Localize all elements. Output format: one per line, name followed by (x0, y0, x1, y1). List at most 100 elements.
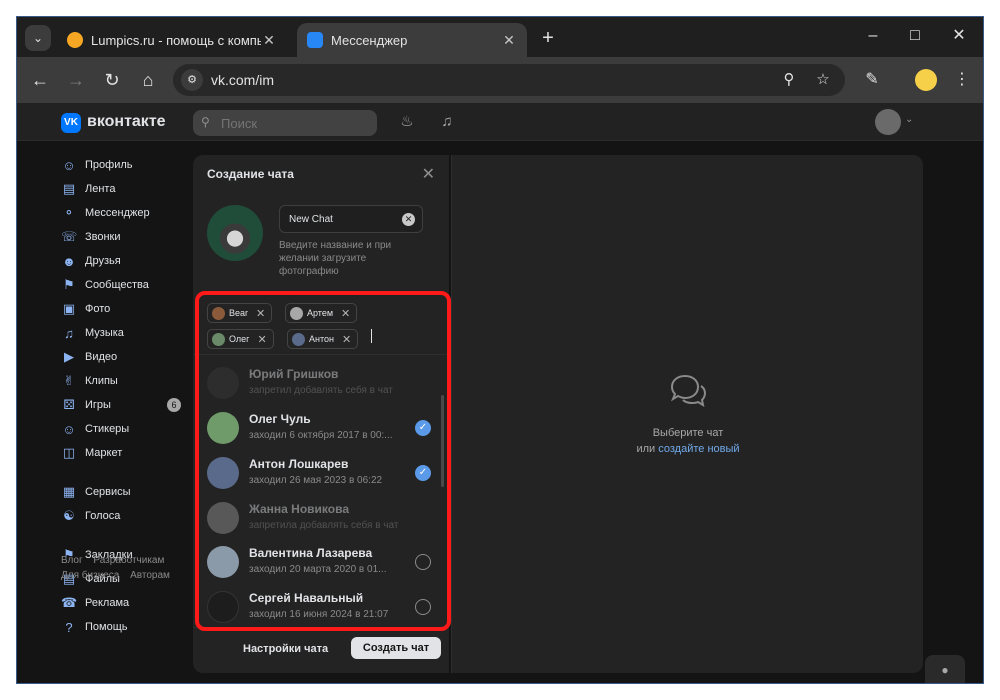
chat-name-field[interactable]: ✕ (279, 205, 423, 233)
nav-item-communities[interactable]: ⚑ Сообщества (61, 273, 181, 297)
mini-chat-button[interactable]: ● (925, 655, 965, 683)
nav-item-help[interactable]: ? Помощь (61, 615, 181, 639)
search-input[interactable] (221, 116, 361, 131)
close-icon[interactable]: ✕ (422, 164, 435, 184)
footer-links: Блог Разработчикам Для бизнеса Авторам (61, 553, 178, 583)
scrollbar[interactable] (441, 395, 444, 487)
nav-item-stickers[interactable]: ☺ Стикеры (61, 417, 181, 441)
nav-divider (61, 465, 181, 480)
music-note-icon[interactable]: ♫ (437, 112, 457, 132)
nav-label: Реклама (85, 597, 130, 609)
home-button[interactable]: ⌂ (135, 67, 161, 93)
nav-label: Голоса (85, 510, 121, 522)
tab-search-button[interactable]: ⌄ (25, 25, 51, 51)
checkbox-checked-icon[interactable]: ✓ (415, 420, 431, 436)
nav-item-clips[interactable]: ✌ Клипы (61, 369, 181, 393)
nav-item-games[interactable]: ⚄ Игры 6 (61, 393, 181, 417)
vk-brand[interactable]: вконтакте (87, 113, 166, 131)
remove-tag-icon[interactable]: ✕ (257, 333, 266, 346)
member-tag[interactable]: Олег ✕ (207, 329, 274, 349)
panel-title: Создание чата (207, 167, 294, 181)
member-tag[interactable]: Bear ✕ (207, 303, 273, 323)
maximize-button[interactable]: □ (901, 25, 929, 47)
nav-item-market[interactable]: ◫ Маркет (61, 441, 181, 465)
zoom-icon[interactable]: ⚲ (779, 70, 799, 90)
tab-lumpics[interactable]: Lumpics.ru - помощь с компь ✕ (57, 23, 287, 57)
chat-photo-upload[interactable] (207, 205, 263, 261)
footer-link-blog[interactable]: Блог (61, 555, 83, 566)
nav-label: Звонки (85, 231, 121, 243)
list-item[interactable]: Антон Лошкарев заходил 26 мая 2023 в 06:… (207, 453, 437, 493)
contact-name: Сергей Навальный (249, 591, 364, 605)
nav-item-photo[interactable]: ▣ Фото (61, 297, 181, 321)
bookmark-star-icon[interactable]: ☆ (813, 70, 833, 90)
remove-tag-icon[interactable]: ✕ (256, 307, 265, 320)
footer-link-business[interactable]: Для бизнеса (61, 570, 119, 581)
tab-close-icon[interactable]: ✕ (261, 32, 277, 49)
nav-item-ads[interactable]: ☎ Реклама (61, 591, 181, 615)
member-tag[interactable]: Артем ✕ (285, 303, 358, 323)
browser-menu-icon[interactable]: ⋮ (951, 69, 973, 91)
market-icon: ◫ (62, 445, 76, 460)
browser-profile-avatar[interactable] (915, 69, 937, 91)
clear-icon[interactable]: ✕ (402, 213, 415, 226)
nav-item-messenger[interactable]: ⚬ Мессенджер (61, 201, 181, 225)
chat-bubbles-icon (670, 374, 707, 408)
new-tab-button[interactable]: + (537, 27, 559, 49)
chat-name-input[interactable] (289, 214, 399, 225)
address-bar[interactable]: ⚙ vk.com/im ⚲ ☆ (173, 64, 845, 96)
services-icon: ▦ (62, 484, 76, 499)
vk-logo-icon[interactable]: VK (61, 113, 81, 133)
chevron-down-icon[interactable]: ⌄ (905, 114, 913, 125)
list-item[interactable]: Олег Чуль заходил 6 октября 2017 в 00:..… (207, 408, 437, 448)
user-avatar[interactable] (875, 109, 901, 135)
empty-state-prefix: или (636, 443, 656, 455)
communities-icon: ⚑ (63, 277, 75, 292)
avatar (207, 367, 239, 399)
nav-label: Видео (85, 351, 118, 363)
chat-settings-button[interactable]: Настройки чата (243, 643, 328, 655)
remove-tag-icon[interactable]: ✕ (342, 333, 351, 346)
contact-name: Валентина Лазарева (249, 546, 373, 560)
forward-button[interactable]: → (63, 67, 89, 93)
games-icon: ⚄ (63, 397, 75, 412)
notifications-bell-icon[interactable]: ♨ (397, 112, 417, 132)
reload-button[interactable]: ↻ (99, 67, 125, 93)
selected-members[interactable]: Bear ✕ Артем ✕ Олег ✕ Антон ✕ (193, 295, 449, 355)
nav-item-friends[interactable]: ☻ Друзья (61, 249, 181, 273)
window-close-button[interactable]: ✕ (945, 25, 973, 47)
tag-label: Олег (229, 334, 250, 344)
extensions-icon[interactable]: ✎ (861, 69, 883, 91)
member-tag[interactable]: Антон ✕ (287, 329, 359, 349)
create-new-chat-link[interactable]: создайте новый (658, 443, 739, 455)
url-text[interactable]: vk.com/im (211, 72, 274, 88)
list-item[interactable]: Сергей Навальный заходил 16 июня 2024 в … (207, 587, 437, 627)
footer-link-authors[interactable]: Авторам (130, 570, 170, 581)
nav-item-feed[interactable]: ▤ Лента (61, 177, 181, 201)
minimize-button[interactable]: – (859, 25, 887, 47)
browser-window: ⌄ Lumpics.ru - помощь с компь ✕ Мессендж… (16, 16, 984, 684)
nav-item-profile[interactable]: ☺ Профиль (61, 153, 181, 177)
nav-item-video[interactable]: ▶ Видео (61, 345, 181, 369)
contact-name: Антон Лошкарев (249, 457, 349, 471)
nav-item-music[interactable]: ♫ Музыка (61, 321, 181, 345)
tab-messenger[interactable]: Мессенджер ✕ (297, 23, 527, 57)
vk-search[interactable]: ⚲ (193, 110, 377, 136)
checkbox-icon[interactable] (415, 554, 431, 570)
nav-label: Маркет (85, 447, 123, 459)
back-button[interactable]: ← (27, 67, 53, 93)
remove-tag-icon[interactable]: ✕ (341, 307, 350, 320)
avatar (207, 591, 239, 623)
tab-close-icon[interactable]: ✕ (501, 32, 517, 49)
footer-link-developers[interactable]: Разработчикам (93, 555, 164, 566)
nav-label: Друзья (85, 255, 121, 267)
nav-item-calls[interactable]: ☏ Звонки (61, 225, 181, 249)
list-item[interactable]: Валентина Лазарева заходил 20 марта 2020… (207, 542, 437, 582)
site-info-icon[interactable]: ⚙ (181, 69, 203, 91)
nav-label: Стикеры (85, 423, 130, 435)
nav-item-services[interactable]: ▦ Сервисы (61, 480, 181, 504)
nav-item-votes[interactable]: ☯ Голоса (61, 504, 181, 528)
checkbox-icon[interactable] (415, 599, 431, 615)
create-chat-button[interactable]: Создать чат (351, 637, 441, 659)
checkbox-checked-icon[interactable]: ✓ (415, 465, 431, 481)
